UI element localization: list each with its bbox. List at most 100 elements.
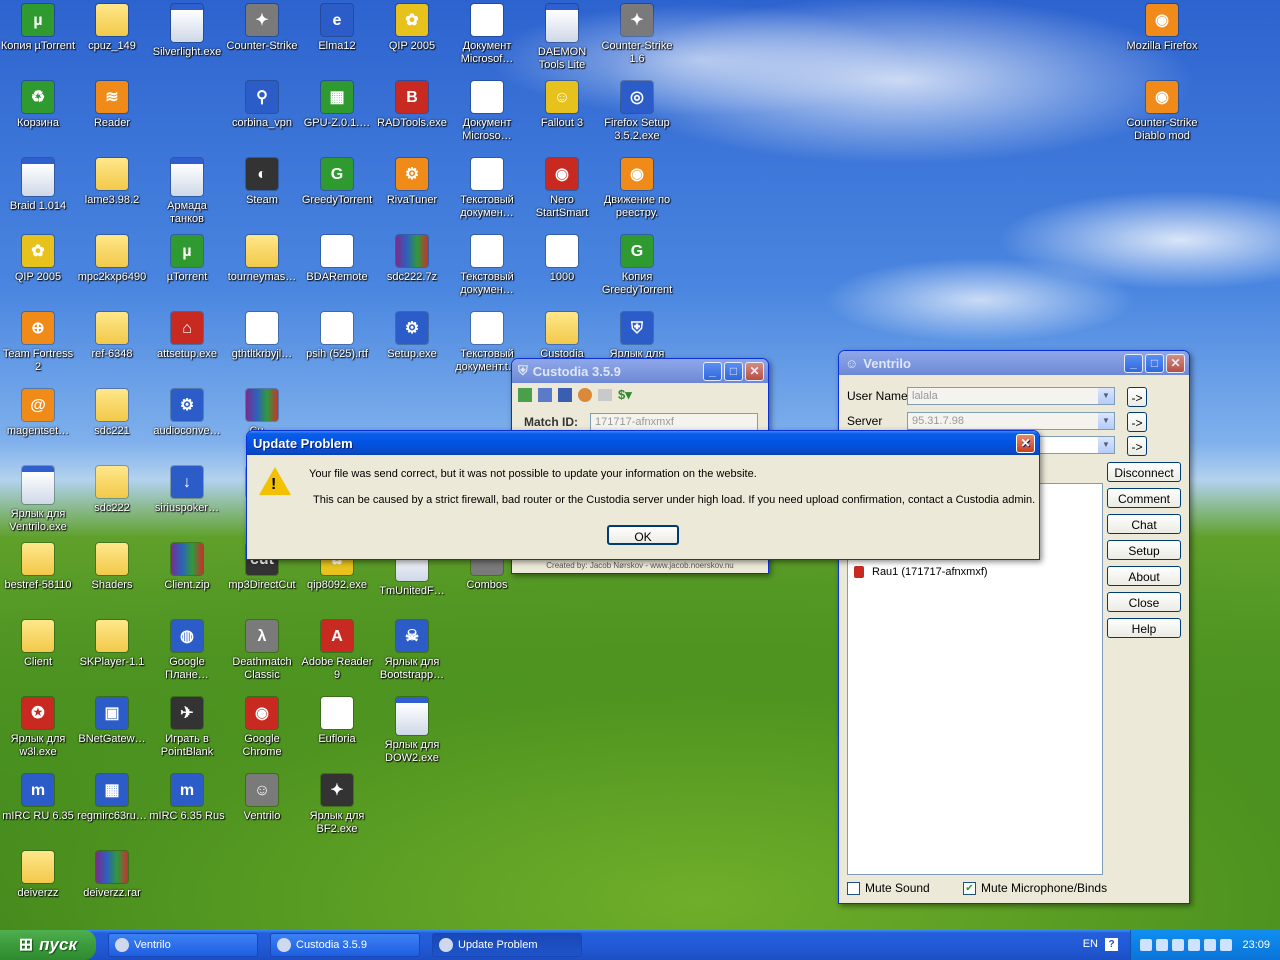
desktop-icon[interactable]: ⚙ Setup.exe — [374, 312, 450, 361]
desktop-icon[interactable]: ⊕ Team Fortress 2 — [0, 312, 76, 374]
desktop-icon[interactable]: Wgthtltkrbyjl… — [224, 312, 300, 361]
desktop-icon[interactable]: m mIRC RU 6.35 — [0, 774, 76, 823]
desktop-icon[interactable]: deiverzz — [0, 851, 76, 900]
close-button[interactable]: ✕ — [745, 361, 764, 381]
desktop-icon[interactable]: ⌂ attsetup.exe — [149, 312, 225, 361]
help-button[interactable]: Help — [1107, 618, 1181, 638]
ok-button[interactable]: OK — [607, 525, 679, 545]
mute-sound-row[interactable]: Mute Sound — [847, 881, 930, 895]
desktop-icon[interactable]: ◉ Движение по реестру. — [599, 158, 675, 220]
desktop-icon[interactable]: ≡ Текстовый докумен… — [449, 235, 525, 297]
server-combo[interactable]: 95.31.7.98 ▼ — [907, 412, 1115, 430]
about-button[interactable]: About — [1107, 566, 1181, 586]
desktop-icon[interactable]: ↓ siriuspoker… — [149, 466, 225, 515]
desktop-icon[interactable]: ✶ Eufloria — [299, 697, 375, 746]
desktop-icon[interactable]: bestref-58110 — [0, 543, 76, 592]
desktop-icon[interactable]: cpuz_149 — [74, 4, 150, 53]
desktop-icon[interactable]: Ярлык для DOW2.exe — [374, 697, 450, 765]
desktop-icon[interactable]: ✈ Играть в PointBlank — [149, 697, 225, 759]
task-update-problem[interactable]: Update Problem — [432, 933, 582, 957]
desktop-icon[interactable]: ✦ Counter-Strike 1.6 — [599, 4, 675, 66]
desktop-icon[interactable]: Custodia — [524, 312, 600, 361]
desktop-icon[interactable]: ✿ QIP 2005 — [0, 235, 76, 284]
list-icon[interactable] — [518, 388, 532, 402]
match-id-field[interactable]: 171717-afnxmxf — [590, 413, 758, 431]
desktop-icon[interactable]: ☺ Ventrilo — [224, 774, 300, 823]
desktop-icon[interactable]: ✿ QIP 2005 — [374, 4, 450, 53]
maximize-button[interactable]: □ — [724, 361, 743, 381]
desktop-icon[interactable]: Braid 1.014 — [0, 158, 76, 213]
close-button[interactable]: ✕ — [1016, 433, 1035, 453]
maximize-button[interactable]: □ — [1145, 353, 1164, 373]
desktop-icon[interactable]: ◍ Google Плане… — [149, 620, 225, 682]
desktop-icon[interactable]: ✦ Counter-Strike — [224, 4, 300, 53]
desktop-icon[interactable]: e Elma12 — [299, 4, 375, 53]
user-go-button[interactable]: -> — [1127, 387, 1147, 407]
desktop-icon[interactable]: sdc222.7z — [374, 235, 450, 284]
desktop-icon[interactable]: ◎ Firefox Setup 3.5.2.exe — [599, 81, 675, 143]
help-icon[interactable]: ? — [1105, 938, 1118, 951]
desktop-icon[interactable]: Wpsih (525).rtf — [299, 312, 375, 361]
desktop-icon[interactable]: ≡ Текстовый докумен… — [449, 158, 525, 220]
tray-icon[interactable] — [1140, 939, 1153, 951]
desktop-icon[interactable]: ref-6348 — [74, 312, 150, 361]
desktop-icon[interactable]: µ Копия µTorrent — [0, 4, 76, 53]
desktop-icon[interactable]: ⚙ RivaTuner — [374, 158, 450, 207]
save-icon[interactable] — [538, 388, 552, 402]
desktop-icon[interactable]: ⚙ audioconve… — [149, 389, 225, 438]
custodia-titlebar[interactable]: ⛨ Custodia 3.5.9 _ □ ✕ — [512, 359, 768, 383]
desktop-icon[interactable]: ⛨ Ярлык для — [599, 312, 675, 361]
desktop-icon[interactable]: ≋ Reader — [74, 81, 150, 130]
desktop-icon[interactable]: ⚲ corbina_vpn — [224, 81, 300, 130]
desktop-icon[interactable]: ▦ regmirc63ru… — [74, 774, 150, 823]
dollar-icon[interactable]: $▾ — [618, 387, 632, 403]
desktop-icon[interactable]: ▦ GPU-Z.0.1.… — [299, 81, 375, 130]
desktop-icon[interactable]: Client — [0, 620, 76, 669]
mute-sound-checkbox[interactable] — [847, 881, 860, 895]
tray-icon[interactable] — [1204, 939, 1217, 951]
desktop-icon[interactable]: lame3.98.2 — [74, 158, 150, 207]
mute-mic-row[interactable]: ✔ Mute Microphone/Binds — [963, 881, 1107, 895]
close-button[interactable]: ✕ — [1166, 353, 1185, 373]
close-button[interactable]: Close — [1107, 592, 1181, 612]
desktop-icon[interactable]: ✪ Ярлык для w3l.exe — [0, 697, 76, 759]
desktop-icon[interactable]: mpc2kxp6490 — [74, 235, 150, 284]
desktop-icon[interactable]: W Документ Microsof… — [449, 4, 525, 66]
desktop-icon[interactable]: sdc222 — [74, 466, 150, 515]
desktop-icon[interactable]: tourneymas… — [224, 235, 300, 284]
desktop-icon[interactable]: deiverzz.rar — [74, 851, 150, 900]
dialog-titlebar[interactable]: Update Problem ✕ — [247, 431, 1039, 455]
desktop-icon[interactable]: DAEMON Tools Lite — [524, 4, 600, 72]
desktop-icon[interactable]: G GreedyTorrent — [299, 158, 375, 207]
chat-button[interactable]: Chat — [1107, 514, 1181, 534]
start-button[interactable]: ⊞ пуск — [0, 930, 96, 960]
desktop-icon[interactable]: ♻ Корзина — [0, 81, 76, 130]
comment-button[interactable]: Comment — [1107, 488, 1181, 508]
minimize-button[interactable]: _ — [1124, 353, 1143, 373]
desktop-icon[interactable]: ☠ Ярлык для Bootstrapp… — [374, 620, 450, 682]
stats-icon[interactable] — [558, 388, 572, 402]
mute-mic-checkbox[interactable]: ✔ — [963, 881, 976, 895]
desktop-icon[interactable]: µ µTorrent — [149, 235, 225, 284]
disconnect-button[interactable]: Disconnect — [1107, 462, 1181, 482]
desktop-icon[interactable]: A Adobe Reader 9 — [299, 620, 375, 682]
mail-icon[interactable] — [598, 389, 612, 401]
desktop-icon[interactable]: ▣ BNetGatew… — [74, 697, 150, 746]
desktop-icon[interactable]: W Документ Microso… — [449, 81, 525, 143]
task-custodia[interactable]: Custodia 3.5.9 — [270, 933, 420, 957]
desktop-icon[interactable]: ♠ 1000 — [524, 235, 600, 284]
desktop-icon[interactable]: B RADTools.exe — [374, 81, 450, 130]
user-name-combo[interactable]: lalala ▼ — [907, 387, 1115, 405]
desktop-icon[interactable]: G Копия GreedyTorrent — [599, 235, 675, 297]
language-indicator[interactable]: EN — [1083, 938, 1098, 950]
desktop-icon[interactable]: sdc221 — [74, 389, 150, 438]
ventrilo-titlebar[interactable]: ☺ Ventrilo _ □ ✕ — [839, 351, 1189, 375]
desktop-icon[interactable]: Silverlight.exe — [149, 4, 225, 59]
desktop-icon[interactable]: SKPlayer-1.1 — [74, 620, 150, 669]
desktop-icon[interactable]: @ magentset… — [0, 389, 76, 438]
desktop-icon[interactable]: ✦ Ярлык для BF2.exe — [299, 774, 375, 836]
chevron-down-icon[interactable]: ▼ — [1098, 437, 1114, 453]
desktop-icon[interactable]: ◐ Steam — [224, 158, 300, 207]
clock[interactable]: 23:09 — [1242, 939, 1270, 951]
desktop-icon[interactable]: Client.zip — [149, 543, 225, 592]
